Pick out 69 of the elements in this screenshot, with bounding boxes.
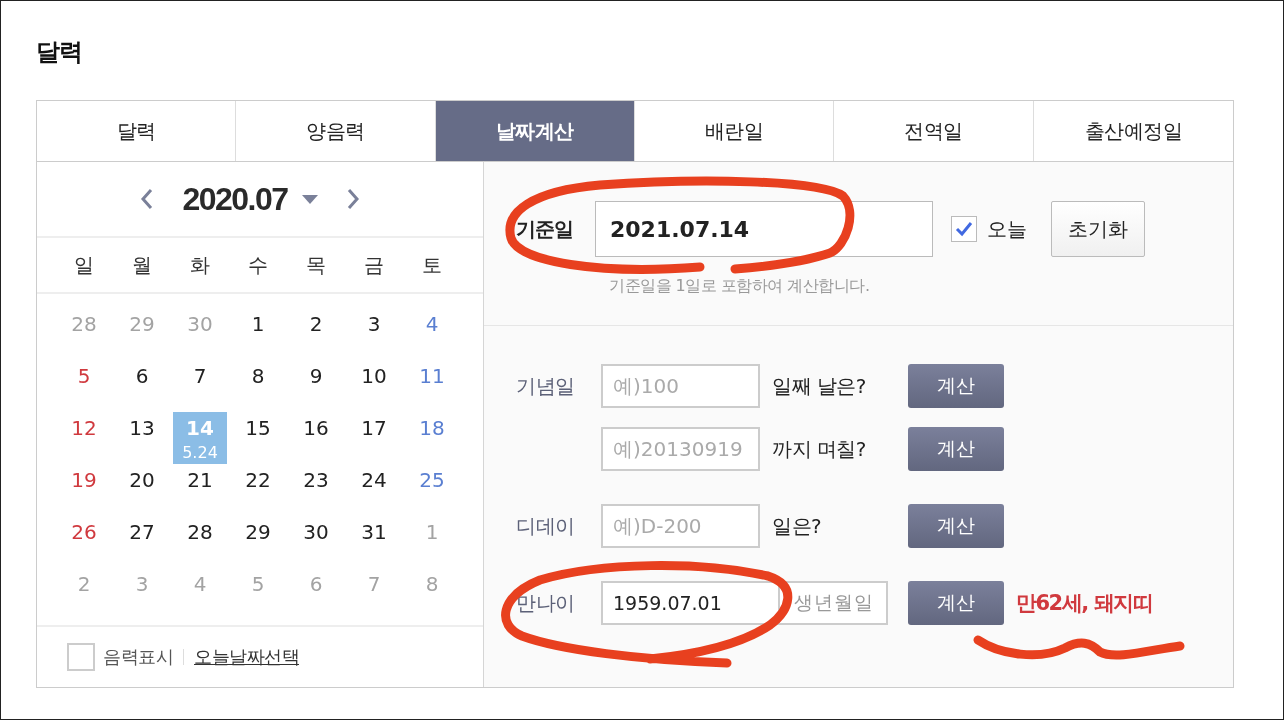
calendar-day[interactable]: 1 <box>231 308 285 360</box>
month-select-button[interactable]: 2020.07 <box>182 180 318 218</box>
chevron-right-icon[interactable] <box>345 187 360 211</box>
page-title: 달력 <box>36 37 82 68</box>
calendar-day[interactable]: 11 <box>405 360 459 412</box>
calculate-button[interactable]: 계산 <box>908 364 1004 408</box>
calendar-day[interactable]: 3 <box>347 308 401 360</box>
calendar-day[interactable]: 17 <box>347 412 401 464</box>
calendar-day[interactable]: 7 <box>173 360 227 412</box>
calendar-day[interactable]: 25 <box>405 464 459 516</box>
hint-text: 기준일을 1일로 포함하여 계산합니다. <box>609 276 870 297</box>
calendar-day[interactable]: 29 <box>231 516 285 568</box>
weekday-label: 월 <box>131 251 153 279</box>
field-label: 기념일 <box>516 372 576 400</box>
calendar-day[interactable]: 23 <box>289 464 343 516</box>
calendar-day[interactable]: 5 <box>57 360 111 412</box>
weekday-label: 금 <box>363 251 385 279</box>
weekday-label: 수 <box>247 251 269 279</box>
weekday-label: 목 <box>305 251 327 279</box>
field-label: 만나이 <box>516 589 576 617</box>
checkmark-icon <box>955 221 973 237</box>
calculate-button[interactable]: 계산 <box>908 427 1004 471</box>
calendar-day[interactable]: 20 <box>115 464 169 516</box>
calendar-day[interactable]: 6 <box>115 360 169 412</box>
question-label: 일은? <box>772 512 823 540</box>
checkbox-label: 오늘 <box>987 215 1027 243</box>
question-label: 까지 며칠? <box>772 435 867 463</box>
field-label: 기준일 <box>516 215 574 243</box>
date-format-hint: 생년월일 <box>794 590 874 615</box>
calendar-day[interactable]: 2 <box>289 308 343 360</box>
calendar-day[interactable]: 27 <box>115 516 169 568</box>
input-field[interactable]: 예)20130919 <box>601 427 760 471</box>
input-field[interactable]: 예)D-200 <box>601 504 760 548</box>
calendar-day[interactable]: 16 <box>289 412 343 464</box>
calendar-day[interactable]: 22 <box>231 464 285 516</box>
chevron-left-icon[interactable] <box>140 187 155 211</box>
date-input[interactable]: 2021.07.14 <box>595 201 933 257</box>
field-label: 디데이 <box>516 512 576 540</box>
calendar-day[interactable]: 21 <box>173 464 227 516</box>
calculate-button[interactable]: 계산 <box>908 504 1004 548</box>
calendar-day[interactable]: 12 <box>57 412 111 464</box>
calendar-day[interactable]: 31 <box>347 516 401 568</box>
caret-down-icon <box>301 194 318 204</box>
reset-button[interactable]: 초기화 <box>1051 201 1145 257</box>
calendar-day[interactable]: 30 <box>289 516 343 568</box>
birth-date-field[interactable]: 1959.07.01 생년월일 <box>601 581 888 625</box>
lunar-checkbox[interactable] <box>67 643 95 671</box>
calendar-day[interactable]: 26 <box>57 516 111 568</box>
calculate-button[interactable]: 계산 <box>908 581 1004 625</box>
calendar-day[interactable]: 24 <box>347 464 401 516</box>
calendar-day[interactable]: 13 <box>115 412 169 464</box>
weekday-label: 토 <box>421 251 443 279</box>
calendar-day[interactable]: 19 <box>57 464 111 516</box>
weekday-label: 화 <box>189 251 211 279</box>
result-text: 만62세, 돼지띠 <box>1016 590 1152 617</box>
today-link[interactable]: 오늘날짜선택 <box>194 645 299 669</box>
calendar-day[interactable]: 10 <box>347 360 401 412</box>
calendar-day[interactable]: 15 <box>231 412 285 464</box>
input-field[interactable]: 예)100 <box>601 364 760 408</box>
calendar-day[interactable]: 18 <box>405 412 459 464</box>
weekday-label: 일 <box>73 251 95 279</box>
calendar-day[interactable]: 8 <box>231 360 285 412</box>
checkbox-label: 음력표시 <box>103 645 173 669</box>
calendar-day[interactable]: 9 <box>289 360 343 412</box>
calendar-day[interactable]: 28 <box>173 516 227 568</box>
tab[interactable]: 날짜계산 <box>435 101 635 161</box>
calendar-day[interactable]: 4 <box>405 308 459 360</box>
today-checkbox[interactable] <box>951 216 977 242</box>
question-label: 일째 날은? <box>772 372 867 400</box>
